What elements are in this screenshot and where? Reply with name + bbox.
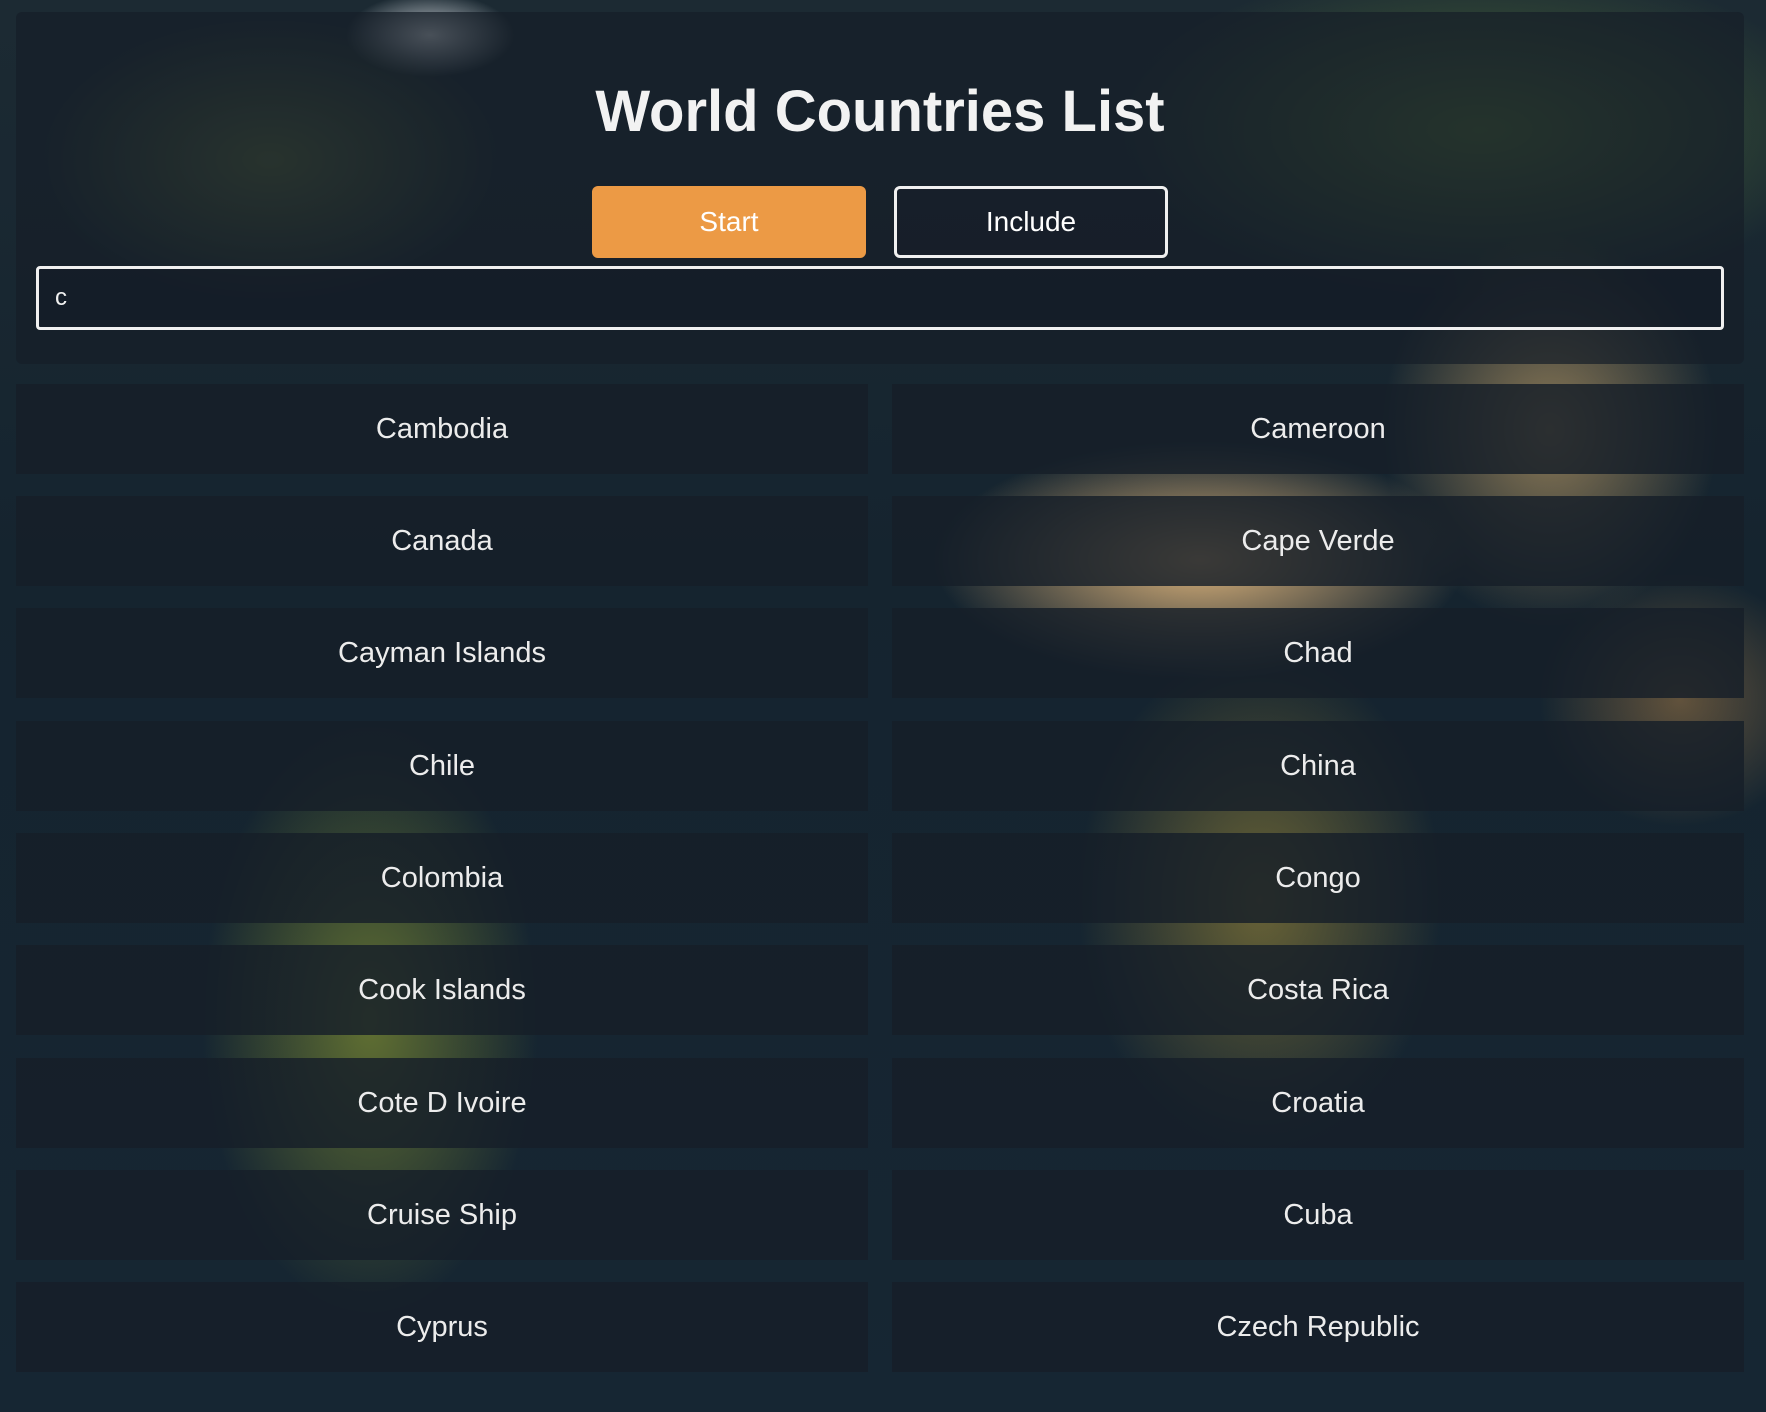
country-item[interactable]: Croatia [892,1058,1744,1148]
country-item[interactable]: Cameroon [892,384,1744,474]
country-item[interactable]: Chile [16,721,868,811]
search-input[interactable] [36,266,1724,330]
country-item[interactable]: Canada [16,496,868,586]
country-item[interactable]: Cape Verde [892,496,1744,586]
country-item[interactable]: Cyprus [16,1282,868,1372]
country-item[interactable]: Cuba [892,1170,1744,1260]
country-item[interactable]: Colombia [16,833,868,923]
header-panel: World Countries List Start Include [16,12,1744,364]
page-title: World Countries List [595,79,1165,144]
country-item[interactable]: China [892,721,1744,811]
country-item[interactable]: Cruise Ship [16,1170,868,1260]
country-item[interactable]: Cook Islands [16,945,868,1035]
country-item[interactable]: Chad [892,608,1744,698]
include-button[interactable]: Include [894,186,1168,258]
country-item[interactable]: Cambodia [16,384,868,474]
country-item[interactable]: Cote D Ivoire [16,1058,868,1148]
country-item[interactable]: Cayman Islands [16,608,868,698]
country-item[interactable]: Congo [892,833,1744,923]
country-item[interactable]: Costa Rica [892,945,1744,1035]
start-button[interactable]: Start [592,186,866,258]
country-item[interactable]: Czech Republic [892,1282,1744,1372]
